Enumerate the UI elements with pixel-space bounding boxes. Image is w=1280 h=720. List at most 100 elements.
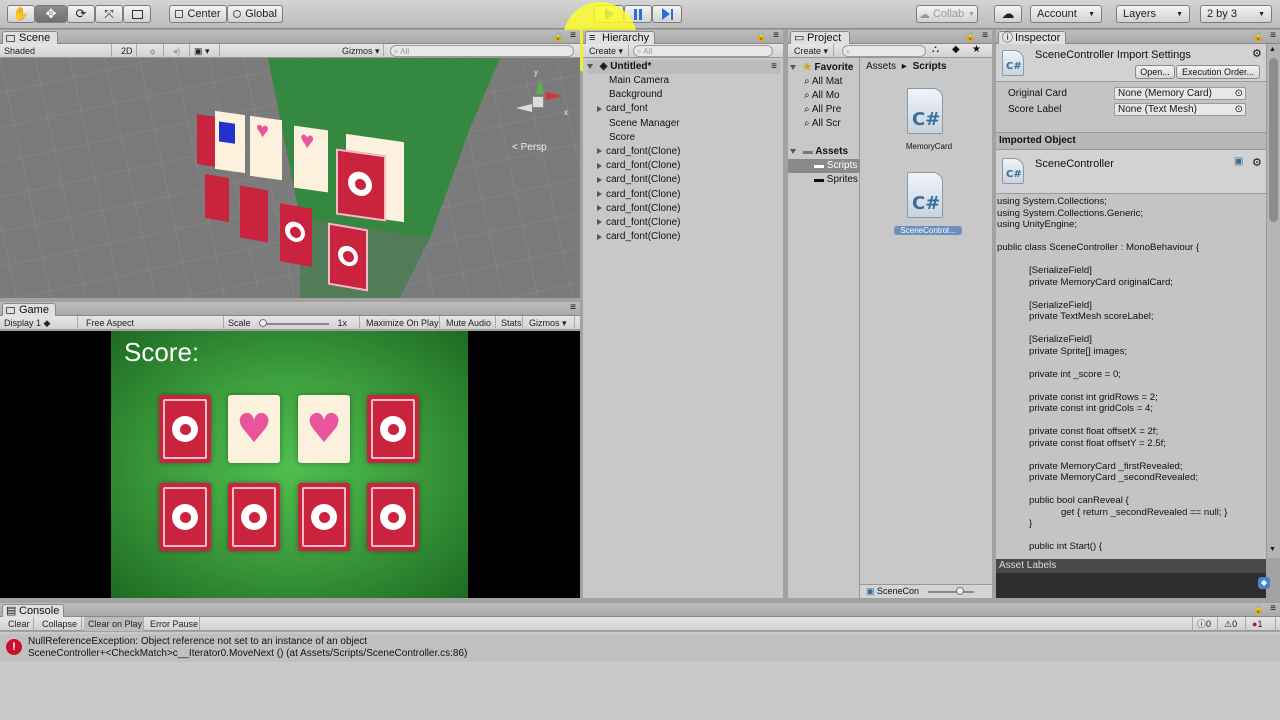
hierarchy-item[interactable]: Scene Manager xyxy=(597,117,680,131)
menu-icon[interactable]: ≡ xyxy=(570,302,576,313)
mute-audio-toggle[interactable]: Mute Audio xyxy=(442,316,496,330)
error-filter-toggle[interactable]: ●1 xyxy=(1248,617,1276,631)
game-viewport[interactable]: Score: ♥ ♥ xyxy=(0,331,580,598)
scale-tool-button[interactable]: ⤧ xyxy=(95,5,123,23)
console-collapse-button[interactable]: Collapse xyxy=(38,617,82,631)
scroll-up-icon[interactable]: ▲ xyxy=(1269,46,1278,54)
card-back[interactable] xyxy=(159,395,211,463)
expand-arrow-icon[interactable] xyxy=(597,105,602,112)
menu-icon[interactable]: ≡ xyxy=(1270,30,1276,41)
favorites-row[interactable]: ★ Favorite xyxy=(790,61,853,75)
assets-row[interactable]: ▬ Assets xyxy=(790,145,848,159)
file-scenecontroller[interactable]: C# SceneControl... xyxy=(894,168,962,240)
card-back[interactable] xyxy=(159,483,211,551)
expand-arrow-icon[interactable] xyxy=(597,176,602,183)
favorite-item[interactable]: ⌕ All Scr xyxy=(804,117,841,131)
filter-type-icon[interactable]: ⛬ xyxy=(932,44,939,55)
hierarchy-search-input[interactable]: ⌕ All xyxy=(633,45,773,57)
favorite-item[interactable]: ⌕ All Mat xyxy=(804,75,842,89)
expand-arrow-icon[interactable] xyxy=(597,233,602,240)
inspector-scrollbar[interactable]: ▲ ▼ xyxy=(1266,44,1280,558)
step-button[interactable] xyxy=(652,5,682,23)
console-clear-on-play-button[interactable]: Clear on Play xyxy=(84,617,144,631)
lighting-toggle[interactable]: ☼ xyxy=(142,44,164,58)
scene-root-row[interactable]: ◈ Untitled* ≡ xyxy=(587,60,781,74)
move-tool-button[interactable]: ✥ xyxy=(35,5,67,23)
rect-tool-button[interactable] xyxy=(123,5,151,23)
object-field[interactable]: None (Text Mesh) ⊙ xyxy=(1114,103,1246,116)
scroll-down-icon[interactable]: ▼ xyxy=(1269,546,1278,554)
shading-dropdown[interactable]: Shaded xyxy=(0,44,112,58)
gizmos-dropdown[interactable]: Gizmos ▾ xyxy=(338,44,384,58)
hierarchy-item[interactable]: card_font(Clone) xyxy=(597,230,680,244)
scene-search-input[interactable]: ⌕ All xyxy=(390,45,574,57)
breadcrumb-scripts[interactable]: Scripts xyxy=(913,61,947,72)
card-back[interactable] xyxy=(298,483,350,551)
file-memorycard[interactable]: C# MemoryCard xyxy=(904,84,954,154)
asset-folder-item[interactable]: ▬ Scripts xyxy=(788,159,860,173)
game-gizmos-dropdown[interactable]: Gizmos ▾ xyxy=(525,316,575,330)
console-error-pause-button[interactable]: Error Pause xyxy=(146,617,200,631)
star-icon[interactable]: ★ xyxy=(972,44,981,55)
rotate-tool-button[interactable]: ⟳ xyxy=(67,5,95,23)
scale-slider[interactable]: Scale 1x xyxy=(224,316,360,330)
book-icon[interactable]: ▣ xyxy=(1234,156,1243,167)
card-face-heart[interactable]: ♥ xyxy=(298,395,350,463)
expand-arrow-icon[interactable] xyxy=(597,205,602,212)
log-filter-toggle[interactable]: ⓘ0 xyxy=(1192,617,1218,631)
hand-tool-button[interactable]: ✋ xyxy=(7,5,35,23)
hierarchy-item[interactable]: Score xyxy=(597,131,635,145)
lock-icon[interactable]: 🔒 xyxy=(756,31,767,42)
expand-arrow-icon[interactable] xyxy=(597,219,602,226)
card-back[interactable] xyxy=(228,483,280,551)
layout-dropdown[interactable]: 2 by 3 ▼ xyxy=(1200,5,1272,23)
lock-icon[interactable]: 🔒 xyxy=(1253,604,1264,615)
expand-arrow-icon[interactable] xyxy=(597,190,602,197)
favorite-item[interactable]: ⌕ All Mo xyxy=(804,89,840,103)
orientation-gizmo[interactable]: y x xyxy=(512,68,568,128)
hierarchy-create-dropdown[interactable]: Create ▾ xyxy=(585,44,629,58)
hierarchy-item[interactable]: card_font(Clone) xyxy=(597,173,680,187)
hierarchy-item[interactable]: card_font(Clone) xyxy=(597,159,680,173)
breadcrumb-assets[interactable]: Assets xyxy=(866,61,896,72)
layers-dropdown[interactable]: Layers ▼ xyxy=(1116,5,1190,23)
maximize-on-play-toggle[interactable]: Maximize On Play xyxy=(362,316,440,330)
pivot-toggle[interactable]: Center xyxy=(169,5,227,23)
tab-console[interactable]: ▤ Console xyxy=(2,604,64,618)
lock-icon[interactable]: 🔒 xyxy=(553,31,564,42)
cloud-button[interactable]: ☁ xyxy=(994,5,1022,23)
card-back[interactable] xyxy=(367,483,419,551)
icon-size-slider[interactable] xyxy=(927,586,974,595)
scale-thumb-icon[interactable] xyxy=(259,318,268,327)
asset-folder-item[interactable]: ▬ Sprites xyxy=(788,173,860,187)
hierarchy-item[interactable]: card_font(Clone) xyxy=(597,188,680,202)
tab-hierarchy[interactable]: ≡ Hierarchy xyxy=(585,31,655,45)
open-button[interactable]: Open... xyxy=(1135,65,1175,79)
expand-arrow-icon[interactable] xyxy=(597,148,602,155)
object-picker-icon[interactable]: ⊙ xyxy=(1235,88,1243,99)
scrollbar-thumb[interactable] xyxy=(1269,58,1278,222)
object-field[interactable]: None (Memory Card) ⊙ xyxy=(1114,87,1246,100)
tab-scene[interactable]: Scene xyxy=(2,31,58,45)
hierarchy-item[interactable]: card_font(Clone) xyxy=(597,216,680,230)
console-entry-error[interactable]: ! NullReferenceException: Object referen… xyxy=(0,634,1280,662)
execution-order-button[interactable]: Execution Order... xyxy=(1176,65,1260,79)
console-clear-button[interactable]: Clear xyxy=(4,617,34,631)
expand-arrow-icon[interactable] xyxy=(597,162,602,169)
menu-icon[interactable]: ≡ xyxy=(771,60,777,74)
project-create-dropdown[interactable]: Create ▾ xyxy=(790,44,834,58)
object-picker-icon[interactable]: ⊙ xyxy=(1235,104,1243,115)
scene-viewport[interactable]: ♥ ♥ y x < Persp xyxy=(0,58,580,298)
gear-icon[interactable]: ⚙ xyxy=(1252,47,1262,60)
card-face-heart[interactable]: ♥ xyxy=(228,395,280,463)
label-tag-icon[interactable]: ◆ xyxy=(1258,577,1270,589)
stats-toggle[interactable]: Stats xyxy=(497,316,523,330)
display-dropdown[interactable]: Display 1 ◆ xyxy=(0,316,78,330)
effects-dropdown[interactable]: ▣ ▾ xyxy=(190,44,220,58)
tab-game[interactable]: Game xyxy=(2,303,56,317)
tab-project[interactable]: ▭ Project xyxy=(790,31,850,45)
collab-dropdown[interactable]: ☁ Collab ▼ xyxy=(916,5,978,23)
menu-icon[interactable]: ≡ xyxy=(1270,603,1276,614)
favorite-item[interactable]: ⌕ All Pre xyxy=(804,103,841,117)
hierarchy-item[interactable]: Background xyxy=(597,88,662,102)
